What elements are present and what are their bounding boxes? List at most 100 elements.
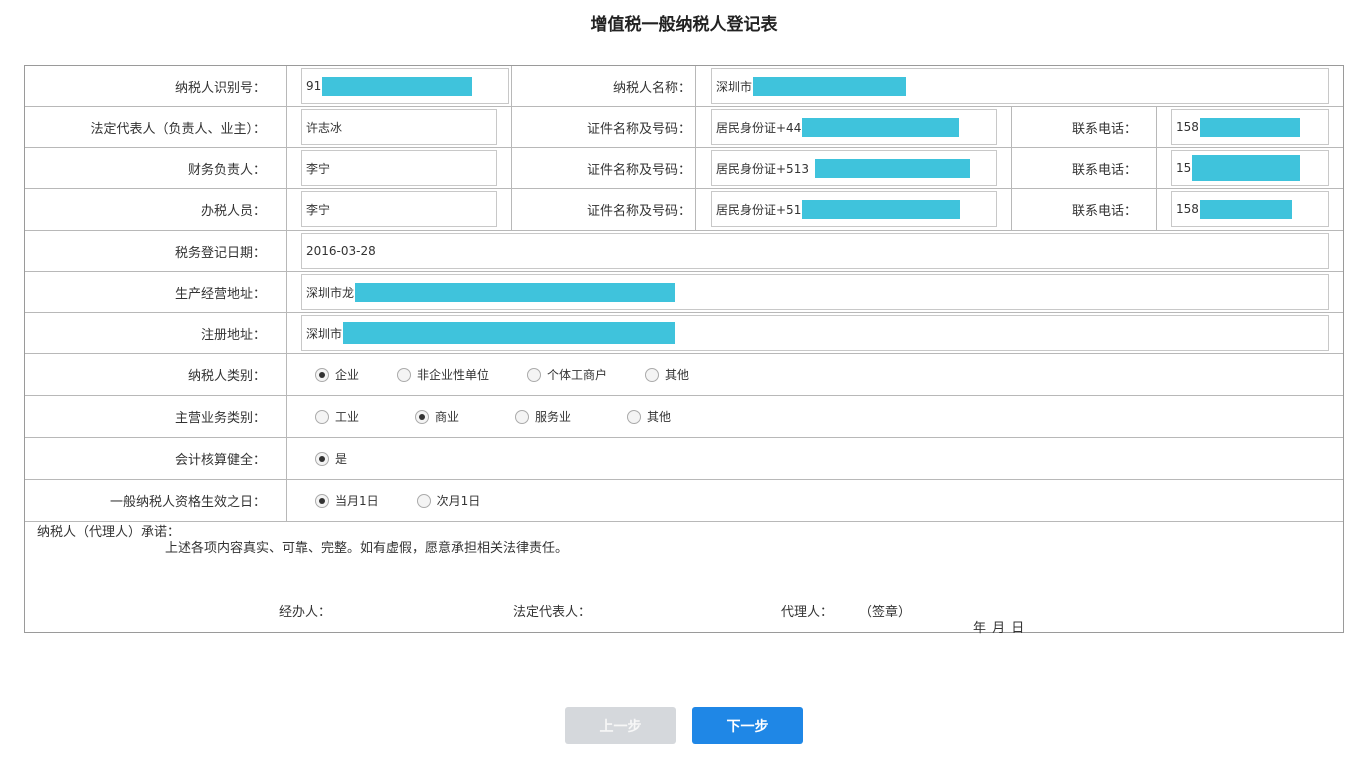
handler-sign-label: 经办人： xyxy=(279,605,332,620)
radio-business-other[interactable]: 其他 xyxy=(627,408,671,425)
radio-unchecked-icon xyxy=(627,409,642,424)
radio-checked-icon xyxy=(315,451,329,466)
redaction-mask xyxy=(322,76,473,96)
redaction-mask xyxy=(355,282,676,302)
finance-head-id-label: 证件名称及号码： xyxy=(586,162,691,178)
row-business-type: 主营业务类别： 工业 商业 服务业 其他 xyxy=(25,396,1343,438)
radio-commerce[interactable]: 商业 xyxy=(415,408,459,425)
taxpayer-type-radio-group: 企业 非企业性单位 个体工商户 其他 xyxy=(315,354,727,395)
legal-rep-id-label: 证件名称及号码： xyxy=(586,121,691,137)
handler-phone-input[interactable]: 158 xyxy=(1171,191,1329,227)
row-legal-rep: 法定代表人（负责人、业主）： 许志冰 证件名称及号码： 居民身份证+44 联系电… xyxy=(25,107,1343,148)
radio-current-month[interactable]: 当月1日 xyxy=(315,492,379,509)
legal-rep-sign-label: 法定代表人： xyxy=(513,605,592,620)
next-step-button[interactable]: 下一步 xyxy=(692,707,803,744)
agent-sign-label: 代理人： xyxy=(781,605,834,620)
effective-date-label: 一般纳税人资格生效之日： xyxy=(25,480,287,521)
radio-other[interactable]: 其他 xyxy=(645,366,689,383)
row-taxpayer-type: 纳税人类别： 企业 非企业性单位 个体工商户 其他 xyxy=(25,354,1343,396)
legal-rep-phone-value: 158 xyxy=(1176,120,1199,134)
divider xyxy=(1156,148,1157,188)
accounting-label: 会计核算健全： xyxy=(25,438,287,479)
finance-head-id-input[interactable]: 居民身份证+513 xyxy=(711,150,997,186)
business-type-label: 主营业务类别： xyxy=(25,396,287,437)
redaction-mask xyxy=(343,322,676,344)
radio-accounting-yes[interactable]: 是 xyxy=(315,450,347,467)
divider xyxy=(695,148,696,188)
handler-value: 李宁 xyxy=(306,202,331,217)
page-title: 增值税一般纳税人登记表 xyxy=(590,15,778,35)
taxpayer-id-input[interactable]: 91 xyxy=(301,68,509,104)
registered-address-input[interactable]: 深圳市 xyxy=(301,315,1329,351)
finance-head-phone-value: 15 xyxy=(1176,161,1192,175)
taxpayer-name-value: 深圳市 xyxy=(716,79,753,94)
radio-industry[interactable]: 工业 xyxy=(315,408,359,425)
redaction-mask xyxy=(814,158,970,178)
divider xyxy=(1156,107,1157,147)
row-taxpayer-id: 纳税人识别号： 91 纳税人名称： 深圳市 xyxy=(25,66,1343,107)
redaction-mask xyxy=(1199,199,1292,219)
radio-individual[interactable]: 个体工商户 xyxy=(527,366,607,383)
radio-checked-icon xyxy=(315,493,329,508)
legal-rep-phone-input[interactable]: 158 xyxy=(1171,109,1329,145)
radio-checked-icon xyxy=(415,409,430,424)
row-effective-date: 一般纳税人资格生效之日： 当月1日 次月1日 xyxy=(25,480,1343,522)
radio-next-month[interactable]: 次月1日 xyxy=(416,492,480,509)
reg-date-input[interactable]: 2016-03-28 xyxy=(301,233,1329,269)
handler-id-value: 居民身份证+51 xyxy=(716,202,802,217)
reg-date-label: 税务登记日期： xyxy=(25,231,287,271)
sign-date: 年 月 日 xyxy=(973,621,1026,636)
handler-phone-value: 158 xyxy=(1176,202,1199,216)
finance-head-phone-input[interactable]: 15 xyxy=(1171,150,1329,186)
legal-rep-label: 法定代表人（负责人、业主）： xyxy=(25,107,287,147)
finance-head-input[interactable]: 李宁 xyxy=(301,150,497,186)
legal-rep-id-value: 居民身份证+44 xyxy=(716,120,802,135)
handler-id-input[interactable]: 居民身份证+51 xyxy=(711,191,997,227)
handler-id-label: 证件名称及号码： xyxy=(586,204,691,219)
legal-rep-id-input[interactable]: 居民身份证+44 xyxy=(711,109,997,145)
divider xyxy=(695,189,696,230)
handler-input[interactable]: 李宁 xyxy=(301,191,497,227)
divider xyxy=(695,66,696,106)
business-address-value: 深圳市龙 xyxy=(306,285,355,300)
registered-address-value: 深圳市 xyxy=(306,326,343,341)
row-handler: 办税人员： 李宁 证件名称及号码： 居民身份证+51 联系电话： 158 xyxy=(25,189,1343,231)
divider xyxy=(695,107,696,147)
radio-unchecked-icon xyxy=(515,409,530,424)
registered-address-label: 注册地址： xyxy=(25,313,287,353)
finance-head-id-value: 居民身份证+513 xyxy=(716,161,809,176)
taxpayer-name-label: 纳税人名称： xyxy=(612,80,691,96)
redaction-mask xyxy=(802,199,961,219)
taxpayer-name-input[interactable]: 深圳市 xyxy=(711,68,1329,104)
redaction-mask xyxy=(802,117,960,137)
legal-rep-input[interactable]: 许志冰 xyxy=(301,109,497,145)
legal-rep-value: 许志冰 xyxy=(306,120,343,135)
taxpayer-type-label: 纳税人类别： xyxy=(25,354,287,395)
effective-date-radio-group: 当月1日 次月1日 xyxy=(315,480,518,521)
finance-head-value: 李宁 xyxy=(306,161,331,176)
radio-checked-icon xyxy=(315,367,329,382)
row-accounting: 会计核算健全： 是 xyxy=(25,438,1343,480)
radio-unchecked-icon xyxy=(645,367,660,382)
business-type-radio-group: 工业 商业 服务业 其他 xyxy=(315,396,709,437)
pledge-heading: 纳税人（代理人）承诺： xyxy=(37,525,181,540)
pledge-text: 上述各项内容真实、可靠、完整。如有虚假，愿意承担相关法律责任。 xyxy=(165,541,569,556)
radio-service[interactable]: 服务业 xyxy=(515,408,571,425)
legal-rep-phone-label: 联系电话： xyxy=(1071,121,1137,137)
redaction-mask xyxy=(753,76,907,96)
radio-unchecked-icon xyxy=(397,367,412,382)
business-address-input[interactable]: 深圳市龙 xyxy=(301,274,1329,310)
business-address-label: 生产经营地址： xyxy=(25,272,287,312)
radio-unchecked-icon xyxy=(315,409,329,424)
radio-unchecked-icon xyxy=(527,367,542,382)
radio-unchecked-icon xyxy=(416,493,431,508)
pledge-section: 纳税人（代理人）承诺： 上述各项内容真实、可靠、完整。如有虚假，愿意承担相关法律… xyxy=(25,521,1343,636)
finance-head-phone-label: 联系电话： xyxy=(1071,162,1137,178)
handler-phone-label: 联系电话： xyxy=(1071,204,1137,219)
reg-date-value: 2016-03-28 xyxy=(306,244,376,258)
redaction-mask xyxy=(1199,117,1300,137)
radio-enterprise[interactable]: 企业 xyxy=(315,366,359,383)
row-reg-date: 税务登记日期： 2016-03-28 xyxy=(25,231,1343,272)
radio-non-enterprise[interactable]: 非企业性单位 xyxy=(397,366,489,383)
prev-step-button[interactable]: 上一步 xyxy=(565,707,676,744)
